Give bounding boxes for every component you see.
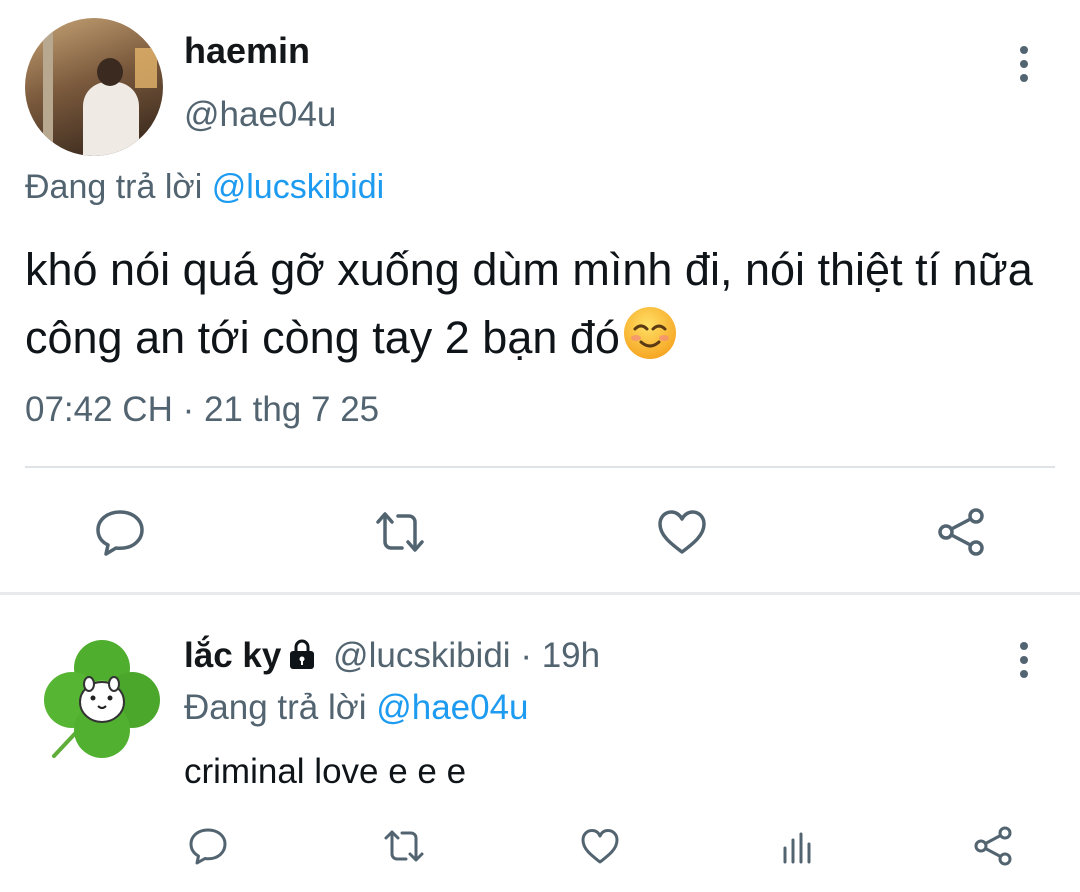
- mention-link[interactable]: @lucskibidi: [212, 168, 384, 206]
- reply-header: lắc ky @lucskibidi · 19h: [184, 636, 600, 676]
- like-icon[interactable]: [654, 504, 710, 560]
- reply-icon[interactable]: [92, 504, 148, 560]
- user-handle[interactable]: @lucskibidi: [333, 636, 511, 675]
- tweet-timestamp: 07:42 CH · 21 thg 7 25: [25, 390, 380, 429]
- more-options-icon[interactable]: [1005, 638, 1045, 678]
- replying-to-label: Đang trả lời: [25, 168, 203, 206]
- retweet-icon[interactable]: [382, 824, 426, 868]
- share-icon[interactable]: [972, 824, 1016, 868]
- smiling-face-icon: [622, 305, 678, 361]
- tweet-text: khó nói quá gỡ xuống dùm mình đi, nói th…: [25, 236, 1065, 372]
- mention-link[interactable]: @hae04u: [376, 688, 528, 727]
- reply-time: · 19h: [520, 636, 601, 675]
- avatar[interactable]: [40, 638, 164, 762]
- analytics-icon[interactable]: [776, 824, 820, 868]
- lock-icon: [285, 637, 319, 671]
- main-tweet: haemin @hae04u Đang trả lời @lucskibidi …: [0, 0, 1080, 592]
- replying-to: Đang trả lời @hae04u: [184, 688, 529, 728]
- tweet-body: khó nói quá gỡ xuống dùm mình đi, nói th…: [25, 244, 1033, 363]
- avatar[interactable]: [25, 18, 163, 156]
- section-separator: [0, 592, 1080, 595]
- reply-text: criminal love e e e: [184, 752, 467, 791]
- replying-to-label: Đang trả lời: [184, 688, 367, 727]
- display-name[interactable]: haemin: [184, 30, 310, 72]
- reply-tweet[interactable]: lắc ky @lucskibidi · 19h Đang trả lời @h…: [0, 596, 1080, 892]
- retweet-icon[interactable]: [372, 504, 428, 560]
- reply-icon[interactable]: [186, 824, 230, 868]
- replying-to: Đang trả lời @lucskibidi: [25, 168, 384, 207]
- display-name[interactable]: lắc ky: [184, 636, 281, 675]
- share-icon[interactable]: [934, 504, 990, 560]
- like-icon[interactable]: [578, 824, 622, 868]
- user-handle[interactable]: @hae04u: [184, 95, 336, 135]
- more-options-icon[interactable]: [1005, 42, 1045, 86]
- divider: [25, 466, 1055, 468]
